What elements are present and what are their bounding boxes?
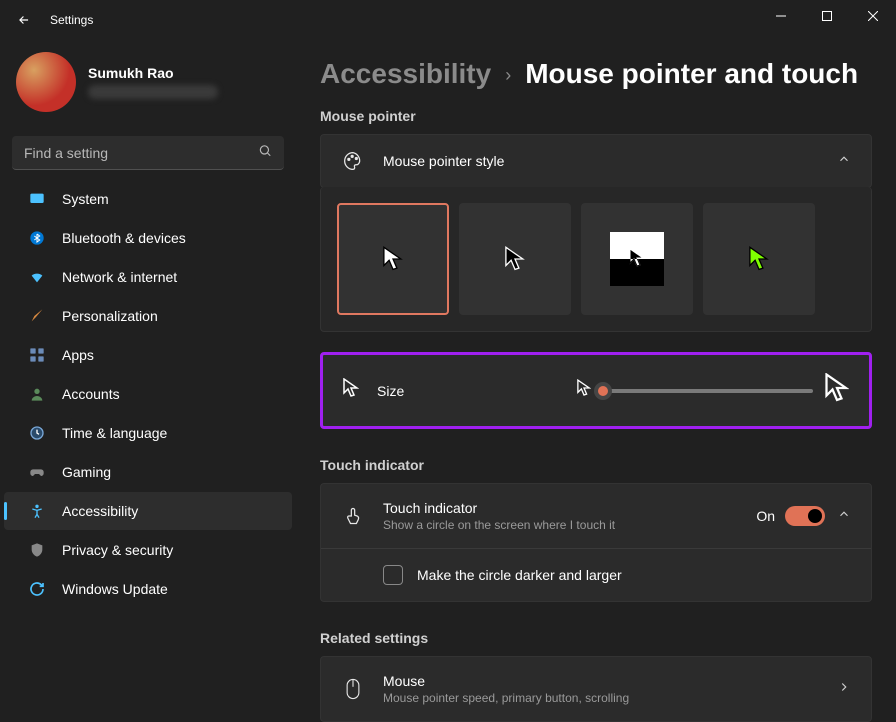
chevron-up-icon[interactable]	[837, 507, 851, 526]
size-label: Size	[377, 383, 404, 399]
touch-indicator-label: Touch indicator	[383, 500, 756, 516]
cursor-small-icon	[343, 378, 359, 403]
cursor-min-icon	[577, 379, 591, 402]
pointer-style-options	[320, 187, 872, 332]
touch-icon	[341, 506, 365, 526]
user-block[interactable]: Sumukh Rao	[0, 48, 296, 128]
touch-indicator-sub: Show a circle on the screen where I touc…	[383, 518, 756, 532]
pointer-style-label: Mouse pointer style	[383, 153, 825, 169]
shield-icon	[28, 541, 46, 559]
user-email-redacted	[88, 85, 218, 99]
pointer-style-black[interactable]	[459, 203, 571, 315]
breadcrumb-parent[interactable]: Accessibility	[320, 58, 491, 90]
gamepad-icon	[28, 463, 46, 481]
pointer-style-inverted[interactable]	[581, 203, 693, 315]
breadcrumb: Accessibility › Mouse pointer and touch	[320, 58, 872, 90]
circle-darker-row[interactable]: Make the circle darker and larger	[321, 549, 871, 601]
accessibility-icon	[28, 502, 46, 520]
cursor-max-icon	[825, 373, 849, 408]
section-mouse-pointer-title: Mouse pointer	[320, 108, 872, 124]
palette-icon	[341, 151, 365, 171]
pointer-style-header[interactable]: Mouse pointer style	[320, 134, 872, 188]
section-touch-title: Touch indicator	[320, 457, 872, 473]
pointer-style-white[interactable]	[337, 203, 449, 315]
chevron-right-icon: ›	[505, 65, 511, 86]
minimize-button[interactable]	[758, 0, 804, 32]
nav-accessibility[interactable]: Accessibility	[4, 492, 292, 530]
pointer-size-slider[interactable]	[603, 389, 813, 393]
search-box	[12, 136, 284, 170]
user-name: Sumukh Rao	[88, 65, 218, 81]
nav-network[interactable]: Network & internet	[4, 258, 292, 296]
apps-icon	[28, 346, 46, 364]
nav-list: System Bluetooth & devices Network & int…	[0, 180, 296, 608]
page-title: Mouse pointer and touch	[525, 58, 858, 90]
display-icon	[28, 190, 46, 208]
nav-bluetooth[interactable]: Bluetooth & devices	[4, 219, 292, 257]
chevron-up-icon	[837, 152, 851, 171]
touch-indicator-toggle[interactable]	[785, 506, 825, 526]
wifi-icon	[28, 268, 46, 286]
nav-accounts[interactable]: Accounts	[4, 375, 292, 413]
pointer-style-custom[interactable]	[703, 203, 815, 315]
section-related-title: Related settings	[320, 630, 872, 646]
nav-personalization[interactable]: Personalization	[4, 297, 292, 335]
touch-indicator-row[interactable]: Touch indicator Show a circle on the scr…	[321, 484, 871, 548]
nav-gaming[interactable]: Gaming	[4, 453, 292, 491]
maximize-button[interactable]	[804, 0, 850, 32]
related-mouse-label: Mouse	[383, 673, 825, 689]
nav-apps[interactable]: Apps	[4, 336, 292, 374]
chevron-right-icon	[837, 680, 851, 699]
sidebar: Sumukh Rao System Bluetooth & devices Ne…	[0, 40, 296, 722]
back-button[interactable]	[12, 8, 36, 32]
search-input[interactable]	[12, 136, 284, 170]
slider-thumb[interactable]	[594, 382, 612, 400]
close-button[interactable]	[850, 0, 896, 32]
window-title: Settings	[50, 13, 93, 27]
person-icon	[28, 385, 46, 403]
main-content: Accessibility › Mouse pointer and touch …	[296, 40, 896, 722]
update-icon	[28, 580, 46, 598]
related-mouse-card[interactable]: Mouse Mouse pointer speed, primary butto…	[320, 656, 872, 722]
window-controls	[758, 0, 896, 32]
brush-icon	[28, 307, 46, 325]
nav-system[interactable]: System	[4, 180, 292, 218]
mouse-icon	[341, 678, 365, 700]
related-mouse-sub: Mouse pointer speed, primary button, scr…	[383, 691, 825, 705]
avatar	[16, 52, 76, 112]
circle-darker-checkbox[interactable]	[383, 565, 403, 585]
clock-icon	[28, 424, 46, 442]
search-icon	[258, 144, 272, 163]
nav-privacy[interactable]: Privacy & security	[4, 531, 292, 569]
nav-update[interactable]: Windows Update	[4, 570, 292, 608]
nav-time[interactable]: Time & language	[4, 414, 292, 452]
touch-indicator-card: Touch indicator Show a circle on the scr…	[320, 483, 872, 602]
circle-darker-label: Make the circle darker and larger	[417, 567, 851, 583]
toggle-state-text: On	[756, 508, 775, 524]
pointer-size-card: Size	[320, 352, 872, 429]
bluetooth-icon	[28, 229, 46, 247]
